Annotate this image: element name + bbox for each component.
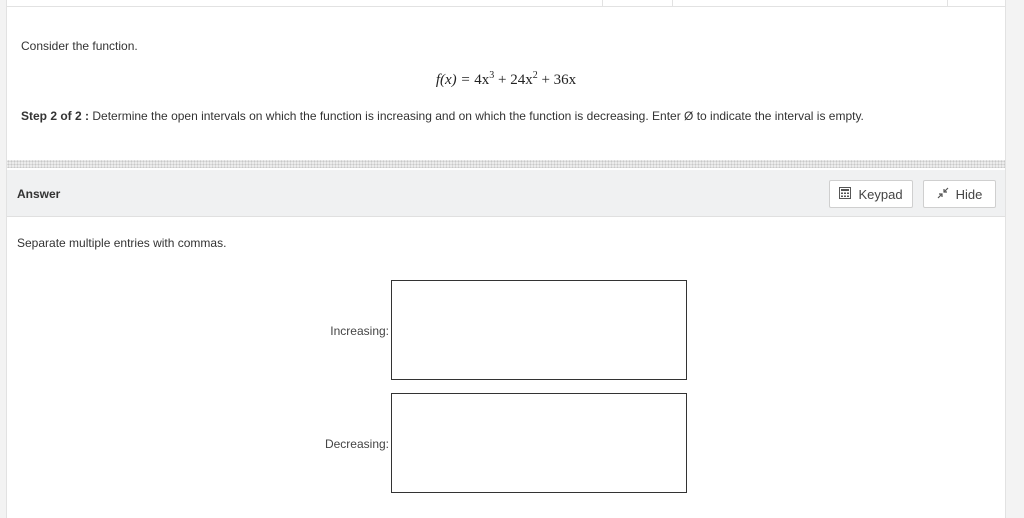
calculator-icon: [839, 186, 852, 202]
hide-button[interactable]: Hide: [923, 180, 996, 208]
keypad-label: Keypad: [858, 186, 903, 202]
formula-lhs: f(x) =: [435, 72, 475, 88]
formula-term2: + 24x: [494, 72, 533, 88]
decreasing-input[interactable]: [392, 394, 686, 492]
answer-title: Answer: [17, 187, 61, 201]
decreasing-field[interactable]: [391, 393, 687, 493]
increasing-label: Increasing:: [330, 324, 389, 338]
question-intro: Consider the function.: [21, 39, 138, 53]
increasing-input[interactable]: [392, 281, 686, 379]
formula-term3: + 36x: [537, 72, 577, 88]
step-text: Determine the open intervals on which th…: [92, 109, 864, 123]
keypad-button[interactable]: Keypad: [829, 180, 913, 208]
step-instruction: Step 2 of 2 : Determine the open interva…: [21, 109, 864, 123]
answer-header: Answer Keypad Hide: [7, 170, 1005, 217]
question-panel: Consider the function. f(x) = 4x3 + 24x2…: [6, 0, 1006, 518]
entry-hint: Separate multiple entries with commas.: [17, 236, 227, 250]
decreasing-label: Decreasing:: [324, 437, 389, 451]
hide-label: Hide: [955, 186, 983, 202]
step-label: Step 2 of 2 :: [21, 109, 90, 123]
function-formula: f(x) = 4x3 + 24x2 + 36x: [7, 70, 1005, 89]
formula-term1: 4x: [474, 72, 490, 88]
resize-divider[interactable]: [7, 160, 1005, 168]
collapse-arrows-icon: [937, 187, 949, 202]
increasing-field[interactable]: [391, 280, 687, 380]
top-tab-strip: [7, 0, 1005, 7]
